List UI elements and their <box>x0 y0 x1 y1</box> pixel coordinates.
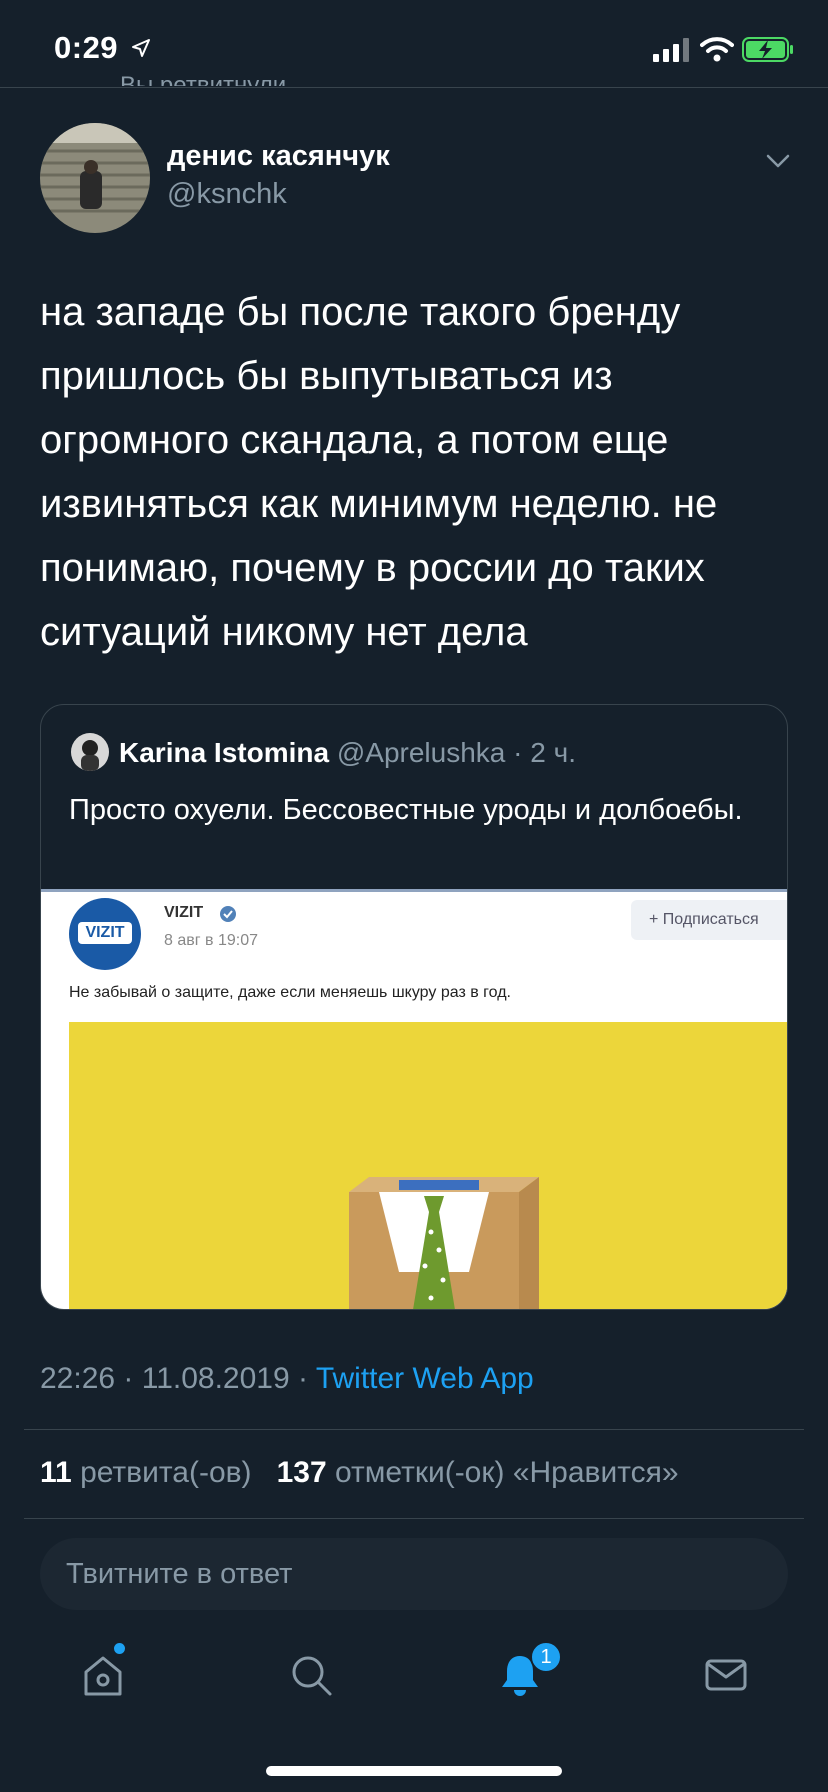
likes-count[interactable]: 137 <box>277 1456 327 1489</box>
location-arrow-icon <box>132 39 150 57</box>
tweet-source-link[interactable]: Twitter Web App <box>316 1362 534 1395</box>
wifi-icon <box>700 37 734 62</box>
vk-subscribe-button: + Подписаться <box>631 900 787 940</box>
tweet-time: 22:26 <box>40 1362 116 1395</box>
quoted-tweet-header: Karina Istomina @Aprelushka · 2 ч. <box>119 737 576 768</box>
quoted-author-avatar <box>71 733 109 771</box>
vk-post-photo <box>69 1022 787 1309</box>
quoted-tweet-time: 2 ч. <box>530 737 576 768</box>
verified-icon <box>220 906 236 922</box>
author-handle[interactable]: @ksnchk <box>167 178 287 211</box>
tweet-meta: 22:26 · 11.08.2019 · Twitter Web App <box>40 1362 534 1395</box>
tweet-date: 11.08.2019 <box>141 1362 290 1395</box>
battery-charging-icon <box>742 37 793 62</box>
status-time: 0:29 <box>54 30 119 65</box>
quoted-tweet-card[interactable]: Karina Istomina @Aprelushka · 2 ч. Прост… <box>40 704 788 1310</box>
notifications-badge: 1 <box>530 1641 562 1673</box>
retweets-count[interactable]: 11 <box>40 1456 72 1489</box>
chevron-down-icon[interactable] <box>765 150 791 172</box>
quoted-author-handle: @Aprelushka <box>336 737 506 768</box>
tweet-text: на западе бы после такого бренду пришлос… <box>40 290 718 654</box>
home-indicator <box>266 1766 562 1776</box>
home-new-content-dot <box>114 1643 125 1654</box>
header-divider <box>0 87 828 88</box>
reply-input[interactable]: Твитните в ответ <box>40 1538 788 1610</box>
divider <box>24 1518 804 1519</box>
quoted-author-name: Karina Istomina <box>119 737 330 768</box>
messages-icon[interactable] <box>703 1652 749 1698</box>
reply-placeholder: Твитните в ответ <box>66 1558 293 1590</box>
vk-post-date: 8 авг в 19:07 <box>164 932 259 949</box>
search-icon[interactable] <box>288 1652 334 1698</box>
retweet-context-text: Вы ретвитнули <box>120 72 287 86</box>
divider <box>24 1429 804 1430</box>
quoted-tweet-text: Просто охуели. Бессовестные уроды и долб… <box>69 794 743 826</box>
condom-box-illustration <box>349 1177 539 1309</box>
home-icon[interactable] <box>80 1652 126 1698</box>
author-avatar[interactable] <box>40 123 150 233</box>
vizit-logo: VIZIT <box>69 898 141 970</box>
vk-post-caption: Не забывай о защите, даже если меняешь ш… <box>69 984 511 1001</box>
quoted-tweet-image[interactable]: VIZIT VIZIT 8 авг в 19:07 + Подписаться … <box>41 889 787 1309</box>
vk-post-author: VIZIT <box>164 904 204 921</box>
author-name[interactable]: денис касянчук <box>167 140 390 173</box>
tweet-stats: 11 ретвита(-ов) 137 отметки(-ок) «Нравит… <box>40 1456 679 1490</box>
retweets-label[interactable]: ретвита(-ов) <box>80 1456 252 1489</box>
likes-label[interactable]: отметки(-ок) «Нравится» <box>335 1456 679 1489</box>
cellular-signal-icon <box>653 38 689 62</box>
